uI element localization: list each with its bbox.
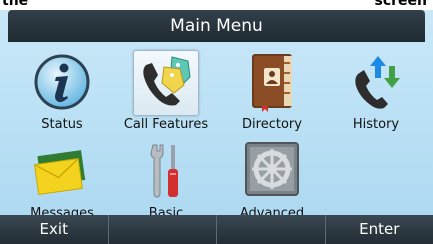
caption-right-text: screen — [374, 0, 428, 9]
menu-item-advanced[interactable]: Advanced — [220, 136, 324, 226]
softkey-2[interactable] — [108, 215, 217, 244]
phone-screen: Main Menu Status Call Features Directory… — [0, 10, 433, 244]
page-title: Main Menu — [8, 10, 425, 42]
cropped-caption: the screen — [0, 0, 433, 10]
menu-item-call-features[interactable]: Call Features — [114, 47, 218, 137]
menu-item-directory[interactable]: Directory — [220, 47, 324, 137]
caption-left-text: the — [2, 0, 29, 9]
menu-item-status[interactable]: Status — [10, 47, 114, 137]
menu-item-basic[interactable]: Basic — [114, 136, 218, 226]
tools-icon — [134, 139, 198, 203]
envelope-icon — [30, 139, 94, 203]
menu-item-label: Status — [41, 117, 83, 132]
phone-tags-icon — [133, 50, 199, 116]
softkey-exit[interactable]: Exit — [0, 215, 109, 244]
menu-item-label: History — [352, 117, 400, 132]
menu-item-history[interactable]: History — [324, 47, 428, 137]
info-icon — [30, 50, 94, 114]
settings-gear-icon — [240, 139, 304, 203]
softkey-enter[interactable]: Enter — [325, 215, 433, 244]
menu-item-messages[interactable]: Messages — [10, 136, 114, 226]
menu-item-label: Call Features — [123, 117, 209, 132]
softkey-bar: Exit Enter — [0, 215, 433, 244]
menu-item-label: Directory — [242, 117, 302, 132]
softkey-3[interactable] — [217, 215, 326, 244]
call-history-icon — [344, 50, 408, 114]
address-book-icon — [240, 50, 304, 114]
